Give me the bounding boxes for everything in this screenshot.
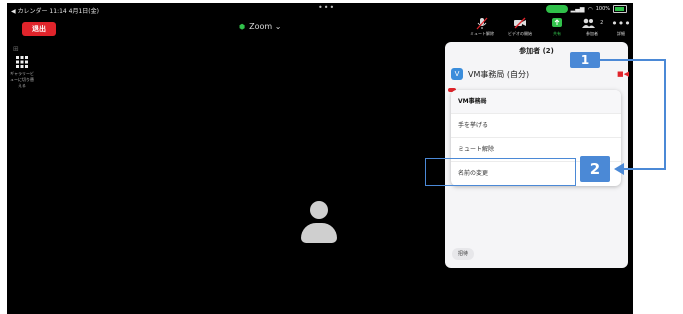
video-off-icon	[504, 17, 536, 31]
annotation-line	[664, 59, 666, 170]
microphone-muted-icon	[466, 17, 498, 31]
share-button[interactable]: 共有	[541, 17, 573, 41]
share-svg	[552, 18, 562, 27]
call-indicator-icon[interactable]	[545, 5, 568, 13]
meeting-title[interactable]: ⬢ Zoom ⌄	[239, 22, 281, 31]
unmute-button[interactable]: ミュート解除	[466, 17, 498, 41]
participant-avatar-badge: V	[451, 68, 463, 80]
gallery-view-label: ギャラリービューに切り替える	[10, 71, 34, 88]
participant-name: VM事務局 (自分)	[468, 69, 530, 79]
wifi-icon: ◠	[587, 5, 593, 13]
signal-icon: ▂▄▆	[570, 5, 585, 13]
status-bar: ◀ カレンダー 11:14 4月1日(金) ••• ▂▄▆ ◠ 100%	[7, 3, 633, 15]
participants-icon: 2	[576, 17, 608, 31]
participants-count: 2	[600, 20, 604, 26]
participant-row[interactable]: V VM事務局 (自分) ■◀	[451, 66, 629, 82]
meeting-title-text: Zoom ⌄	[249, 22, 282, 31]
more-button[interactable]: ••• 詳細	[607, 17, 633, 41]
share-label: 共有	[553, 31, 561, 36]
meeting-toolbar: 退出 ⬢ Zoom ⌄ ミュート解除 ビデオの開始 共有 2 参加者 ••• 詳…	[7, 15, 633, 43]
participants-svg	[581, 18, 595, 28]
annotation-line	[624, 168, 666, 170]
start-video-button[interactable]: ビデオの開始	[504, 17, 536, 41]
status-left-text[interactable]: ◀ カレンダー 11:14 4月1日(金)	[11, 6, 99, 15]
participant-avatar	[299, 201, 339, 249]
callout-step-2: 2	[580, 156, 610, 182]
menu-item-raise-hand[interactable]: 手を挙げる	[451, 114, 621, 138]
more-label: 詳細	[617, 31, 625, 36]
participants-button[interactable]: 2 参加者	[576, 17, 608, 41]
layout-icon[interactable]: ⊞	[13, 45, 19, 53]
rename-highlight-box	[425, 158, 576, 186]
leave-button[interactable]: 退出	[22, 22, 56, 36]
invite-button[interactable]: 招待	[452, 248, 474, 260]
more-icon: •••	[611, 17, 631, 30]
share-icon	[541, 17, 573, 31]
battery-percent: 100%	[595, 6, 610, 12]
shield-icon: ⬢	[239, 23, 246, 31]
battery-icon	[613, 5, 627, 13]
annotation-line	[600, 59, 665, 61]
avatar-body	[301, 223, 337, 243]
start-video-label: ビデオの開始	[508, 31, 532, 36]
status-right: ▂▄▆ ◠ 100%	[545, 5, 627, 13]
grid-svg	[16, 56, 28, 68]
unmute-label: ミュート解除	[470, 31, 494, 36]
annotation-arrow-icon	[614, 163, 624, 175]
video-off-icon: ■◀	[617, 70, 629, 78]
avatar-head	[310, 201, 328, 219]
panel-title: 参加者 (2)	[519, 47, 554, 55]
participants-label: 参加者	[586, 31, 598, 36]
gallery-view-button[interactable]: ギャラリービューに切り替える	[9, 56, 35, 89]
callout-step-1: 1	[570, 52, 600, 68]
video-svg	[514, 17, 526, 29]
menu-title: VM事務局	[451, 90, 621, 114]
mic-svg	[476, 17, 488, 30]
multitask-dots[interactable]: •••	[318, 3, 335, 12]
grid-icon	[9, 56, 35, 71]
